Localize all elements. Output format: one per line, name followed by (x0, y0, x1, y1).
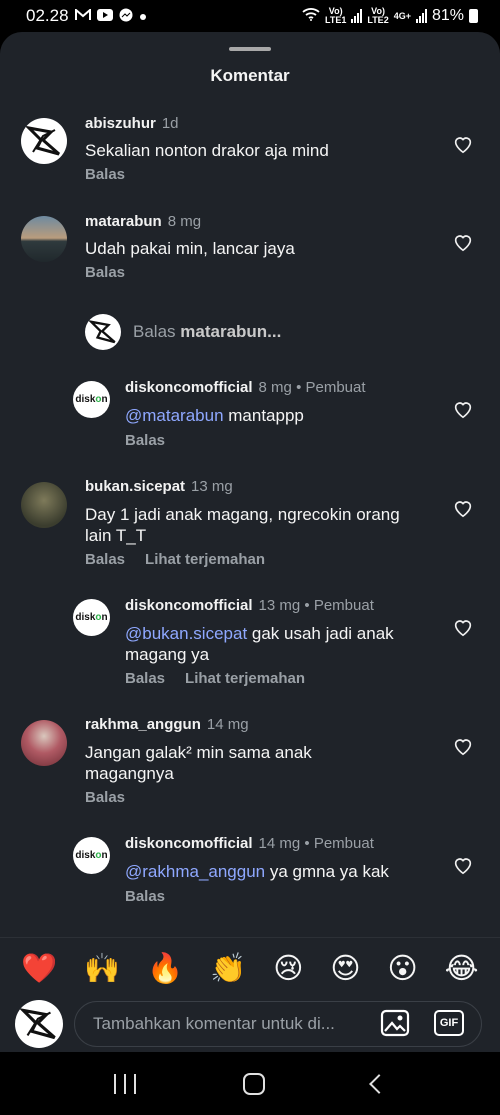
heart-icon[interactable] (452, 231, 474, 253)
mention-link[interactable]: @bukan.sicepat (125, 624, 247, 643)
messenger-icon (119, 8, 133, 25)
comment-text: Day 1 jadi anak magang, ngrecokin orang … (85, 505, 400, 545)
sim2-label: Vo) LTE2 (367, 6, 389, 25)
comment-username[interactable]: rakhma_anggun 14 mg (85, 716, 249, 733)
reply-button[interactable]: Balas (85, 166, 125, 183)
signal-bars-2 (415, 9, 427, 23)
battery-icon (469, 9, 478, 23)
heart-icon[interactable] (452, 616, 474, 638)
comment-input[interactable]: Tambahkan komentar untuk di... (74, 1001, 482, 1047)
comment-text: @rakhma_anggun ya gmna ya kak (125, 862, 389, 881)
own-avatar (15, 1000, 63, 1048)
reply-button[interactable]: Balas (85, 789, 125, 806)
comment-username[interactable]: diskoncomofficial 14 mg • Pembuat (125, 835, 374, 852)
heart-icon[interactable] (452, 735, 474, 757)
quick-reactions-bar: ❤️ 🙌 🔥 👏 😢 😍 😮 😂 (0, 937, 500, 999)
heart-icon[interactable] (452, 497, 474, 519)
home-button[interactable] (242, 1072, 265, 1095)
comment-username[interactable]: abiszuhur 1d (85, 115, 179, 132)
reply-button[interactable]: Balas (125, 432, 165, 449)
signal-bars-1 (351, 9, 363, 23)
brand-avatar[interactable]: disk o n (73, 381, 110, 418)
reaction-clap-emoji[interactable]: 👏 (210, 952, 246, 986)
image-picker-icon[interactable] (380, 1009, 410, 1037)
gmail-icon (74, 7, 91, 24)
battery-percent: 81% (431, 7, 464, 24)
sheet-title: Komentar (210, 66, 290, 85)
dot-icon (139, 9, 147, 24)
comment-text: @matarabun mantappp (125, 406, 304, 425)
reply-button[interactable]: Balas (85, 551, 125, 568)
comment-text: Sekalian nonton drakor aja mind (85, 141, 329, 160)
comment-username[interactable]: bukan.sicepat 13 mg (85, 478, 233, 495)
comment-username[interactable]: diskoncomofficial 13 mg • Pembuat (125, 597, 374, 614)
reply-button[interactable]: Balas (85, 264, 125, 281)
avatar[interactable] (21, 720, 67, 766)
comment-username[interactable]: matarabun 8 mg (85, 213, 201, 230)
brand-avatar[interactable]: disk o n (73, 837, 110, 874)
system-nav-bar (0, 1052, 500, 1115)
reaction-laughing-emoji[interactable]: 😂 (445, 951, 479, 986)
comment-text: @bukan.sicepat gak usah jadi anak magang… (125, 624, 394, 664)
gif-button[interactable]: GIF (434, 1010, 464, 1036)
own-avatar (85, 314, 121, 350)
see-translation-button[interactable]: Lihat terjemahan (185, 670, 305, 687)
recents-button[interactable] (113, 1073, 136, 1094)
sim1-label: Vo) LTE1 (325, 6, 347, 25)
heart-icon[interactable] (452, 133, 474, 155)
avatar[interactable] (21, 216, 67, 262)
reaction-heart-emoji[interactable]: ❤️ (21, 952, 57, 986)
network-type: 4G+ (393, 10, 411, 21)
wifi-icon (302, 7, 320, 26)
mention-link[interactable]: @rakhma_anggun (125, 862, 265, 881)
reaction-heart-eyes-emoji[interactable]: 😍 (330, 951, 360, 986)
status-bar: 02.28 Vo) LTE1 Vo) LTE2 4G+ 81% (0, 0, 500, 32)
avatar[interactable] (21, 482, 67, 528)
reaction-crying-emoji[interactable]: 😢 (273, 951, 303, 986)
reaction-surprised-emoji[interactable]: 😮 (387, 951, 417, 986)
comment-text: Udah pakai min, lancar jaya (85, 239, 295, 258)
reaction-raised-hands-emoji[interactable]: 🙌 (84, 952, 120, 986)
brand-avatar[interactable]: disk o n (73, 599, 110, 636)
avatar[interactable] (21, 118, 67, 164)
comments-sheet: Komentar abiszuhur 1d Sekalian nonton dra… (0, 32, 500, 1052)
reply-button[interactable]: Balas (125, 670, 165, 687)
heart-icon[interactable] (452, 854, 474, 876)
sheet-drag-handle[interactable] (229, 47, 271, 51)
comment-composer: Tambahkan komentar untuk di... GIF (0, 1000, 500, 1052)
comment-username[interactable]: diskoncomofficial 8 mg • Pembuat (125, 379, 366, 396)
heart-icon[interactable] (452, 398, 474, 420)
clock: 02.28 (26, 6, 69, 25)
comment-text: Jangan galak² min sama anak magangnya (85, 743, 312, 783)
mention-link[interactable]: @matarabun (125, 406, 224, 425)
reaction-fire-emoji[interactable]: 🔥 (147, 952, 183, 986)
back-button[interactable] (369, 1073, 390, 1094)
youtube-icon (96, 8, 113, 24)
reply-button[interactable]: Balas (125, 888, 165, 905)
reply-to-prompt[interactable]: Balas matarabun... (85, 314, 281, 350)
see-translation-button[interactable]: Lihat terjemahan (145, 551, 265, 568)
